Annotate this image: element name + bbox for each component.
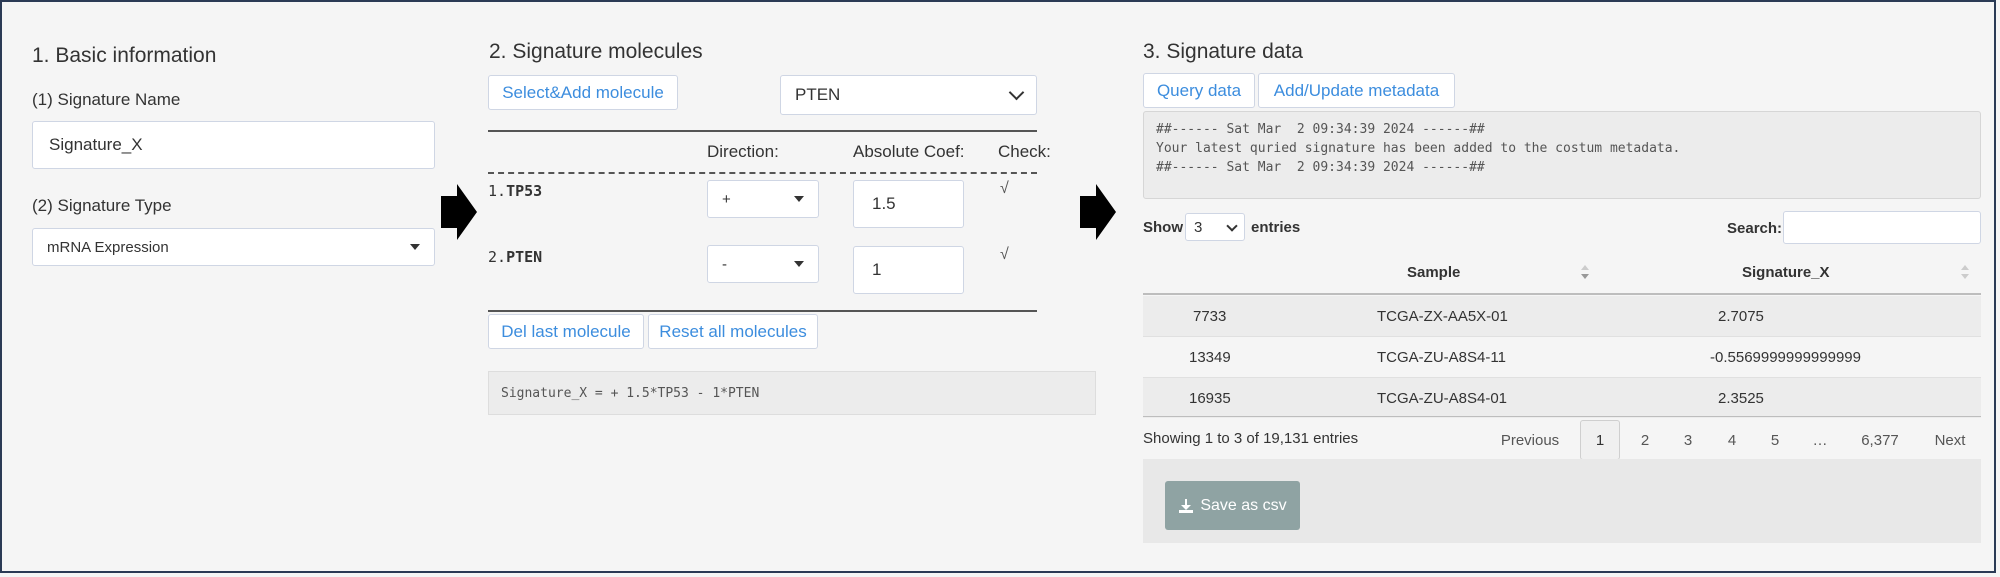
direction-select[interactable]: + <box>707 180 819 218</box>
signature-name-label: (1) Signature Name <box>32 90 181 109</box>
pagination-next[interactable]: Next <box>1925 420 1975 460</box>
row-id: 16935 <box>1189 389 1231 407</box>
right-arrow-icon <box>1080 184 1116 240</box>
right-arrow-icon <box>441 184 477 240</box>
formula-text: Signature_X = + 1.5*TP53 - 1*PTEN <box>501 385 760 401</box>
log-line: Your latest quried signature has been ad… <box>1156 141 1681 156</box>
select-add-molecule-button[interactable]: Select&Add molecule <box>488 75 678 110</box>
table-row: 13349 TCGA-ZU-A8S4-11 -0.556999999999999… <box>1143 336 1981 377</box>
show-label: Show <box>1143 219 1183 236</box>
check-mark: √ <box>1000 246 1009 263</box>
save-csv-button[interactable]: Save as csv <box>1165 481 1300 530</box>
entries-select[interactable]: 3 <box>1185 213 1245 241</box>
signature-type-value: mRNA Expression <box>47 238 169 256</box>
entries-select-value: 3 <box>1194 218 1203 236</box>
formula-output: Signature_X = + 1.5*TP53 - 1*PTEN <box>488 371 1096 415</box>
table-info: Showing 1 to 3 of 19,131 entries <box>1143 430 1359 447</box>
column-header-sample[interactable]: Sample <box>1407 264 1460 281</box>
pagination-page[interactable]: 6,377 <box>1850 420 1910 460</box>
search-input[interactable] <box>1783 211 1981 244</box>
molecule-select[interactable]: PTEN <box>780 75 1037 115</box>
sort-icon[interactable] <box>1580 264 1590 280</box>
section3-title: 3. Signature data <box>1143 40 1303 63</box>
section1-title: 1. Basic information <box>32 44 217 67</box>
coef-input[interactable]: 1.5 <box>853 180 964 228</box>
pagination-page[interactable]: 5 <box>1760 420 1790 460</box>
table-top-rule <box>488 130 1037 132</box>
caret-down-icon <box>794 196 804 202</box>
row-sample: TCGA-ZU-A8S4-01 <box>1377 389 1508 407</box>
signature-name-input[interactable]: Signature_X <box>32 121 435 169</box>
row-value: -0.5569999999999999 <box>1710 348 1861 366</box>
chevron-down-icon <box>1008 84 1025 101</box>
check-header: Check: <box>998 142 1051 161</box>
signature-name-value: Signature_X <box>49 135 143 154</box>
add-update-metadata-button[interactable]: Add/Update metadata <box>1258 73 1455 108</box>
table-bottom-rule <box>488 310 1037 312</box>
signature-type-select[interactable]: mRNA Expression <box>32 228 435 266</box>
reset-all-molecules-button[interactable]: Reset all molecules <box>648 314 818 349</box>
molecule-name: TP53 <box>506 182 543 200</box>
log-line: ##------ Sat Mar 2 09:34:39 2024 ------#… <box>1156 160 1485 175</box>
header-divider <box>488 172 1037 174</box>
del-last-molecule-button[interactable]: Del last molecule <box>488 314 644 349</box>
log-output: ##------ Sat Mar 2 09:34:39 2024 ------#… <box>1143 111 1981 199</box>
check-mark: √ <box>1000 180 1009 197</box>
pagination-previous[interactable]: Previous <box>1495 420 1565 460</box>
direction-value: + <box>722 190 731 208</box>
molecule-index: 1. <box>488 182 507 200</box>
pagination-page[interactable]: 4 <box>1717 420 1747 460</box>
section2-title: 2. Signature molecules <box>489 40 703 63</box>
table-row: 16935 TCGA-ZU-A8S4-01 2.3525 <box>1143 377 1981 418</box>
chevron-down-icon <box>1226 219 1238 232</box>
table-row: 7733 TCGA-ZX-AA5X-01 2.7075 <box>1143 296 1981 336</box>
row-sample: TCGA-ZU-A8S4-11 <box>1377 348 1506 366</box>
direction-value: - <box>722 255 727 273</box>
pagination-page-current[interactable]: 1 <box>1580 420 1620 460</box>
molecule-index: 2. <box>488 248 507 266</box>
pagination-page[interactable]: 2 <box>1630 420 1660 460</box>
query-data-button[interactable]: Query data <box>1143 73 1255 108</box>
row-value: 2.3525 <box>1718 389 1764 407</box>
molecule-select-value: PTEN <box>795 85 841 104</box>
table-bottom-rule <box>1143 416 1981 417</box>
caret-down-icon <box>410 244 420 250</box>
molecule-row: 1.TP53 <box>488 182 542 200</box>
signature-type-label: (2) Signature Type <box>32 196 172 215</box>
save-csv-label: Save as csv <box>1200 496 1287 514</box>
direction-header: Direction: <box>707 142 779 161</box>
entries-label: entries <box>1251 219 1301 236</box>
molecule-name: PTEN <box>506 248 543 266</box>
coef-header: Absolute Coef: <box>853 142 965 161</box>
log-line: ##------ Sat Mar 2 09:34:39 2024 ------#… <box>1156 122 1485 137</box>
sort-icon[interactable] <box>1960 264 1970 280</box>
caret-down-icon <box>794 261 804 267</box>
coef-value: 1 <box>872 260 882 279</box>
pagination-ellipsis: … <box>1812 431 1828 449</box>
search-label: Search: <box>1727 220 1783 237</box>
molecule-row: 2.PTEN <box>488 248 542 266</box>
pagination-page[interactable]: 3 <box>1673 420 1703 460</box>
row-id: 7733 <box>1193 307 1227 325</box>
header-divider <box>1143 293 1981 295</box>
column-header-signature[interactable]: Signature_X <box>1742 264 1830 281</box>
coef-input[interactable]: 1 <box>853 246 964 294</box>
coef-value: 1.5 <box>872 194 896 213</box>
direction-select[interactable]: - <box>707 245 819 283</box>
row-id: 13349 <box>1189 348 1231 366</box>
download-icon <box>1179 498 1194 513</box>
row-sample: TCGA-ZX-AA5X-01 <box>1377 307 1508 325</box>
row-value: 2.7075 <box>1718 307 1764 325</box>
